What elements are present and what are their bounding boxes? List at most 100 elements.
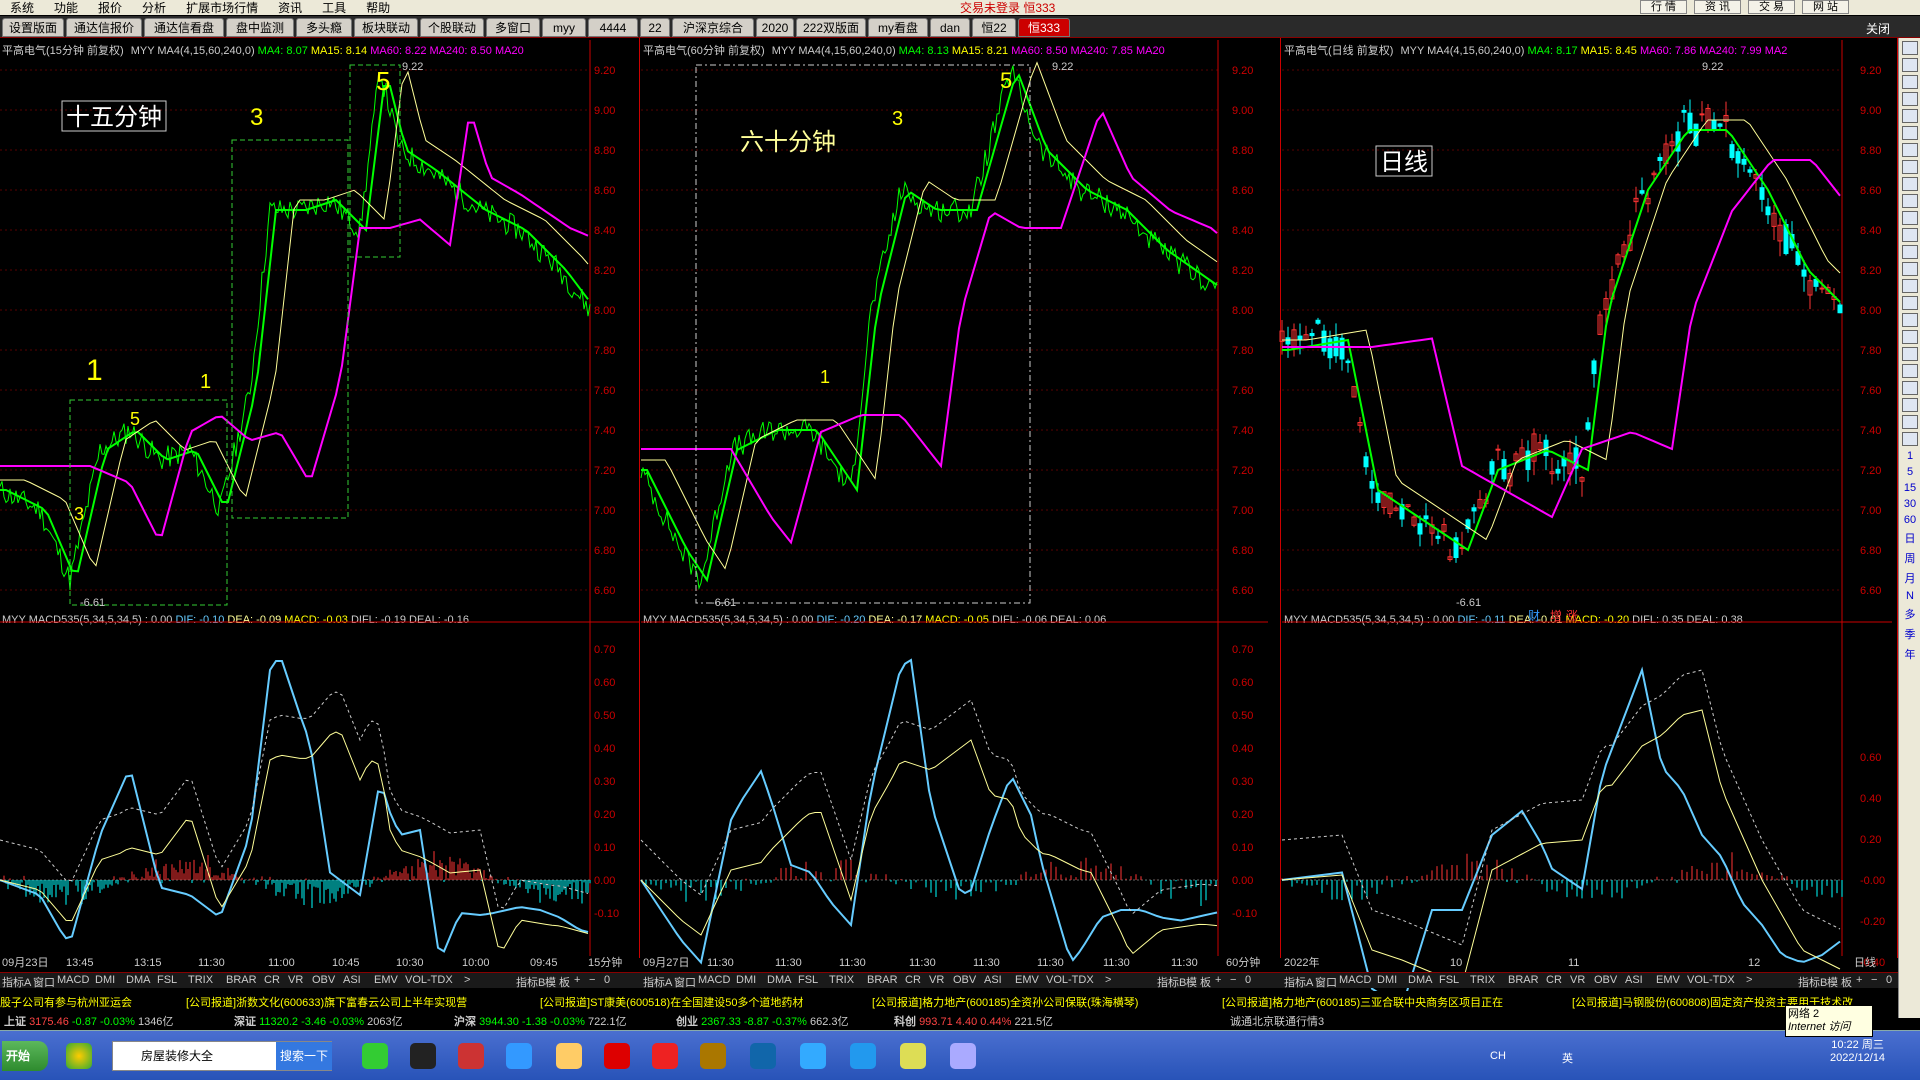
- indicator-control[interactable]: 模 板: [1186, 974, 1211, 990]
- indicator-tab[interactable]: EMV: [1015, 974, 1039, 986]
- indicator-tab[interactable]: VR: [1570, 974, 1585, 986]
- toolbar-icon[interactable]: [1901, 41, 1918, 55]
- indicator-tab[interactable]: CR: [1546, 974, 1562, 986]
- toolbar-icon[interactable]: [1901, 245, 1918, 259]
- toolbar-icon[interactable]: [1901, 398, 1918, 412]
- wechat-icon[interactable]: [362, 1043, 388, 1069]
- period-15[interactable]: 15: [1899, 482, 1920, 494]
- toolbar-icon[interactable]: [1901, 381, 1918, 395]
- skype-icon[interactable]: [850, 1043, 876, 1069]
- indicator-tab[interactable]: VR: [288, 974, 303, 986]
- toolbar-icon[interactable]: [1901, 75, 1918, 89]
- toolbar-icon[interactable]: [1901, 432, 1918, 446]
- toolbar-icon[interactable]: [1901, 126, 1918, 140]
- toolbar-icon[interactable]: [1901, 109, 1918, 123]
- qq-icon[interactable]: [410, 1043, 436, 1069]
- period-5[interactable]: 5: [1899, 466, 1920, 478]
- indicator-tab[interactable]: >: [1105, 974, 1111, 986]
- index-kc[interactable]: 科创 993.71 4.40 0.44% 221.5亿: [894, 1013, 1053, 1029]
- toolbar-icon[interactable]: [1901, 228, 1918, 242]
- indicator-tab[interactable]: VOL-TDX: [1687, 974, 1735, 986]
- indicator-control[interactable]: 模 板: [545, 974, 570, 990]
- indicator-tab[interactable]: >: [1746, 974, 1752, 986]
- indicator-tab[interactable]: ASI: [1625, 974, 1643, 986]
- indicator-tab[interactable]: TRIX: [829, 974, 854, 986]
- indicator-tab[interactable]: EMV: [374, 974, 398, 986]
- index-hs[interactable]: 沪深 3944.30 -1.38 -0.03% 722.1亿: [454, 1013, 626, 1029]
- toolbar-icon[interactable]: [1901, 347, 1918, 361]
- indicator-control[interactable]: −: [1230, 974, 1236, 986]
- period-year[interactable]: 年: [1899, 646, 1920, 662]
- indicator-tab[interactable]: VOL-TDX: [405, 974, 453, 986]
- stock-app-icon[interactable]: [604, 1043, 630, 1069]
- toolbar-icon[interactable]: [1901, 313, 1918, 327]
- indicator-tab[interactable]: ASI: [343, 974, 361, 986]
- period-30[interactable]: 30: [1899, 498, 1920, 510]
- indicator-tab[interactable]: DMI: [1377, 974, 1397, 986]
- period-month[interactable]: 月: [1899, 570, 1920, 586]
- indicator-tab[interactable]: ASI: [984, 974, 1002, 986]
- toolbar-icon[interactable]: [1901, 211, 1918, 225]
- indicator-control[interactable]: +: [1856, 974, 1862, 986]
- period-day[interactable]: 日: [1899, 530, 1920, 546]
- futu-icon[interactable]: [750, 1043, 776, 1069]
- indicator-control[interactable]: +: [574, 974, 580, 986]
- period-week[interactable]: 周: [1899, 550, 1920, 566]
- toolbar-icon[interactable]: [1901, 262, 1918, 276]
- indicator-control[interactable]: 0: [1886, 974, 1892, 986]
- indicator-tab[interactable]: TRIX: [1470, 974, 1495, 986]
- notepad-icon[interactable]: [900, 1043, 926, 1069]
- indicator-control[interactable]: 模 板: [1827, 974, 1852, 990]
- indicator-control[interactable]: +: [1215, 974, 1221, 986]
- toolbar-icon[interactable]: [1901, 330, 1918, 344]
- toolbar-icon[interactable]: [1901, 143, 1918, 157]
- indicator-tab[interactable]: MACD: [698, 974, 730, 986]
- indicator-tab[interactable]: BRAR: [867, 974, 898, 986]
- news-item[interactable]: [公司报道]ST康美(600518)在全国建设50多个道地药材: [540, 994, 803, 1009]
- indicator-tab[interactable]: OBV: [953, 974, 976, 986]
- ime-indicator[interactable]: 英: [1562, 1050, 1573, 1066]
- toolbar-icon[interactable]: [1901, 177, 1918, 191]
- toolbar-icon[interactable]: [1901, 58, 1918, 72]
- indicator-tab[interactable]: BRAR: [1508, 974, 1539, 986]
- coin-app-icon[interactable]: [700, 1043, 726, 1069]
- indicator-tab[interactable]: FSL: [798, 974, 818, 986]
- indicator-tab[interactable]: FSL: [157, 974, 177, 986]
- indicator-tab[interactable]: BRAR: [226, 974, 257, 986]
- indicator-control[interactable]: −: [589, 974, 595, 986]
- period-1[interactable]: 1: [1899, 450, 1920, 462]
- period-quarter[interactable]: 季: [1899, 626, 1920, 642]
- indicator-tab[interactable]: MACD: [1339, 974, 1371, 986]
- indicator-tab[interactable]: TRIX: [188, 974, 213, 986]
- indicator-tab[interactable]: MACD: [57, 974, 89, 986]
- indicator-tab[interactable]: >: [464, 974, 470, 986]
- indicator-tab[interactable]: 指标A: [1284, 974, 1313, 990]
- period-n[interactable]: N: [1899, 590, 1920, 602]
- toolbar-icon[interactable]: [1901, 364, 1918, 378]
- indicator-control[interactable]: 0: [604, 974, 610, 986]
- app-icon[interactable]: [66, 1043, 92, 1069]
- lang-indicator[interactable]: CH: [1490, 1050, 1506, 1062]
- indicator-tab[interactable]: 窗口: [674, 974, 696, 990]
- toolbar-icon[interactable]: [1901, 160, 1918, 174]
- ie-icon[interactable]: [506, 1043, 532, 1069]
- indicator-control[interactable]: −: [1871, 974, 1877, 986]
- period-60[interactable]: 60: [1899, 514, 1920, 526]
- news-item[interactable]: 股子公司有参与杭州亚运会: [0, 994, 132, 1009]
- trade-app-icon[interactable]: [652, 1043, 678, 1069]
- indicator-tab[interactable]: FSL: [1439, 974, 1459, 986]
- indicator-tab[interactable]: CR: [905, 974, 921, 986]
- browser-icon[interactable]: [800, 1043, 826, 1069]
- toolbar-icon[interactable]: [1901, 415, 1918, 429]
- toolbar-icon[interactable]: [1901, 296, 1918, 310]
- news-item[interactable]: [公司报道]浙数文化(600633)旗下富春云公司上半年实现营: [186, 994, 467, 1009]
- index-sz[interactable]: 深证 11320.2 -3.46 -0.03% 2063亿: [234, 1013, 403, 1029]
- indicator-tab[interactable]: OBV: [312, 974, 335, 986]
- toolbar-icon[interactable]: [1901, 92, 1918, 106]
- toolbar-icon[interactable]: [1901, 279, 1918, 293]
- indicator-control[interactable]: 0: [1245, 974, 1251, 986]
- start-button[interactable]: 开始: [2, 1041, 48, 1071]
- indicator-tab[interactable]: DMA: [767, 974, 791, 986]
- index-cy[interactable]: 创业 2367.33 -8.87 -0.37% 662.3亿: [676, 1013, 848, 1029]
- indicator-tab[interactable]: EMV: [1656, 974, 1680, 986]
